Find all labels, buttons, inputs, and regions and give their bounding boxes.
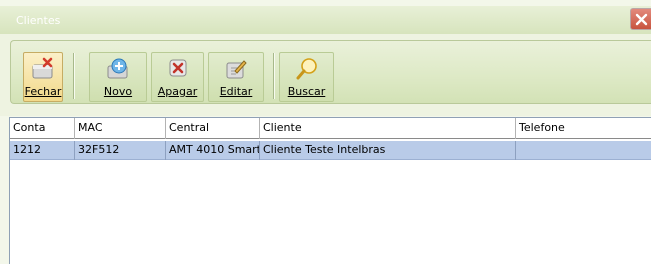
buscar-button[interactable]: Buscar <box>279 52 334 102</box>
toolbar: Fechar Novo Apagar Editar Buscar <box>10 40 651 104</box>
magnifier-icon <box>296 58 317 80</box>
novo-label: Novo <box>103 85 133 98</box>
cell-mac: 32F512 <box>75 141 166 160</box>
column-header-telefone[interactable]: Telefone <box>516 118 651 139</box>
clientes-window: Clientes Fechar Novo Apagar Editar Busca… <box>0 0 651 264</box>
apagar-button[interactable]: Apagar <box>151 52 204 102</box>
window-close-button[interactable] <box>630 8 651 30</box>
column-header-central[interactable]: Central <box>166 118 260 139</box>
delete-box-icon <box>169 59 186 77</box>
cell-telefone <box>516 141 651 160</box>
fechar-label: Fechar <box>24 85 62 98</box>
table-row[interactable]: 1212 32F512 AMT 4010 Smart Cliente Teste… <box>10 141 651 160</box>
editar-button[interactable]: Editar <box>208 52 264 102</box>
novo-button[interactable]: Novo <box>89 52 147 102</box>
buscar-label: Buscar <box>287 85 326 98</box>
column-header-cliente[interactable]: Cliente <box>260 118 516 139</box>
edit-pencil-icon <box>226 60 247 79</box>
editar-label: Editar <box>219 85 253 98</box>
apagar-label: Apagar <box>157 85 198 98</box>
window-title: Clientes <box>16 14 61 27</box>
close-icon <box>635 13 648 26</box>
toolbar-separator <box>273 53 274 99</box>
cell-conta: 1212 <box>10 141 75 160</box>
close-box-icon <box>32 57 53 79</box>
add-globe-icon <box>107 58 128 79</box>
title-bar[interactable]: Clientes <box>0 6 651 34</box>
column-header-conta[interactable]: Conta <box>10 118 75 139</box>
cell-cliente: Cliente Teste Intelbras <box>260 141 516 160</box>
clientes-grid[interactable]: Conta MAC Central Cliente Telefone 1212 … <box>9 117 651 264</box>
toolbar-area: Fechar Novo Apagar Editar Buscar <box>0 34 651 116</box>
toolbar-separator <box>73 53 74 99</box>
fechar-button[interactable]: Fechar <box>23 52 63 102</box>
grid-header: Conta MAC Central Cliente Telefone <box>10 118 651 139</box>
cell-central: AMT 4010 Smart <box>166 141 260 160</box>
column-header-mac[interactable]: MAC <box>75 118 166 139</box>
